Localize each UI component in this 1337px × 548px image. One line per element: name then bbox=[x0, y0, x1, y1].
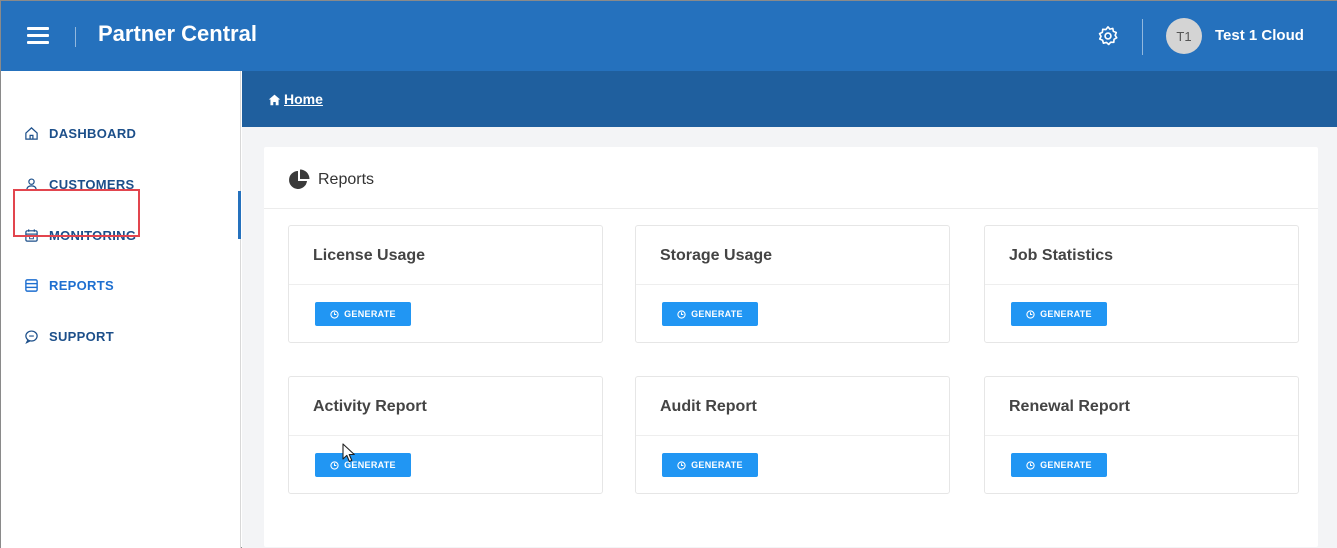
sidebar-item-reports[interactable]: REPORTS bbox=[23, 274, 114, 296]
home-icon bbox=[268, 93, 281, 106]
app-title: Partner Central bbox=[98, 21, 257, 46]
report-card-audit-report: Audit Report GENERATE bbox=[635, 376, 950, 494]
reports-panel: Reports License Usage GENERATE Storage U… bbox=[264, 147, 1318, 547]
clock-icon bbox=[1026, 460, 1035, 470]
generate-button[interactable]: GENERATE bbox=[1011, 453, 1107, 477]
card-title: Audit Report bbox=[660, 398, 757, 415]
card-title: Renewal Report bbox=[1009, 398, 1130, 415]
main-content: Reports License Usage GENERATE Storage U… bbox=[242, 127, 1337, 548]
mouse-cursor-icon bbox=[342, 443, 355, 463]
breadcrumb-label: Home bbox=[284, 91, 323, 107]
breadcrumb-home-link[interactable]: Home bbox=[268, 91, 323, 107]
user-avatar[interactable]: T1 bbox=[1166, 18, 1202, 54]
generate-button[interactable]: GENERATE bbox=[315, 302, 411, 326]
hamburger-menu-icon[interactable] bbox=[27, 27, 49, 45]
settings-gear-icon[interactable] bbox=[1097, 25, 1119, 47]
report-card-activity-report: Activity Report GENERATE bbox=[288, 376, 603, 494]
generate-button-label: GENERATE bbox=[1040, 309, 1092, 319]
clock-icon bbox=[677, 460, 686, 470]
divider bbox=[289, 435, 602, 436]
generate-button[interactable]: GENERATE bbox=[1011, 302, 1107, 326]
divider bbox=[985, 435, 1298, 436]
top-bar: Partner Central T1 Test 1 Cloud bbox=[1, 1, 1337, 71]
clock-icon bbox=[330, 309, 339, 319]
panel-title: Reports bbox=[288, 169, 374, 191]
generate-button[interactable]: GENERATE bbox=[315, 453, 411, 477]
card-title: Activity Report bbox=[313, 398, 427, 415]
panel-title-text: Reports bbox=[318, 171, 375, 188]
sidebar-item-label: SUPPORT bbox=[49, 328, 114, 344]
user-name[interactable]: Test 1 Cloud bbox=[1215, 27, 1304, 44]
highlight-box bbox=[13, 189, 140, 237]
report-icon bbox=[23, 277, 39, 293]
clock-icon bbox=[1026, 309, 1035, 319]
divider bbox=[636, 435, 949, 436]
card-title: License Usage bbox=[313, 247, 426, 264]
clock-icon bbox=[677, 309, 686, 319]
active-indicator bbox=[238, 191, 241, 239]
sidebar-item-support[interactable]: SUPPORT bbox=[23, 325, 114, 347]
divider bbox=[289, 284, 602, 285]
report-card-renewal-report: Renewal Report GENERATE bbox=[984, 376, 1299, 494]
generate-button-label: GENERATE bbox=[691, 460, 743, 470]
divider bbox=[75, 27, 76, 47]
card-title: Job Statistics bbox=[1009, 247, 1114, 264]
generate-button-label: GENERATE bbox=[1040, 460, 1092, 470]
report-card-storage-usage: Storage Usage GENERATE bbox=[635, 225, 950, 343]
report-card-job-statistics: Job Statistics GENERATE bbox=[984, 225, 1299, 343]
generate-button[interactable]: GENERATE bbox=[662, 453, 758, 477]
home-outline-icon bbox=[23, 125, 39, 141]
sidebar-item-label: REPORTS bbox=[49, 277, 114, 293]
breadcrumb-bar: Home bbox=[242, 71, 1337, 127]
generate-button-label: GENERATE bbox=[344, 309, 396, 319]
divider bbox=[1142, 19, 1143, 55]
generate-button-label: GENERATE bbox=[691, 309, 743, 319]
panel-header: Reports bbox=[264, 147, 1318, 209]
sidebar-item-dashboard[interactable]: DASHBOARD bbox=[23, 122, 136, 144]
report-card-license-usage: License Usage GENERATE bbox=[288, 225, 603, 343]
pie-chart-icon bbox=[288, 169, 310, 191]
divider bbox=[636, 284, 949, 285]
sidebar-item-label: DASHBOARD bbox=[49, 125, 137, 141]
divider bbox=[985, 284, 1298, 285]
card-title: Storage Usage bbox=[660, 247, 773, 264]
chat-bubble-icon bbox=[23, 328, 39, 344]
generate-button[interactable]: GENERATE bbox=[662, 302, 758, 326]
clock-icon bbox=[330, 460, 339, 470]
